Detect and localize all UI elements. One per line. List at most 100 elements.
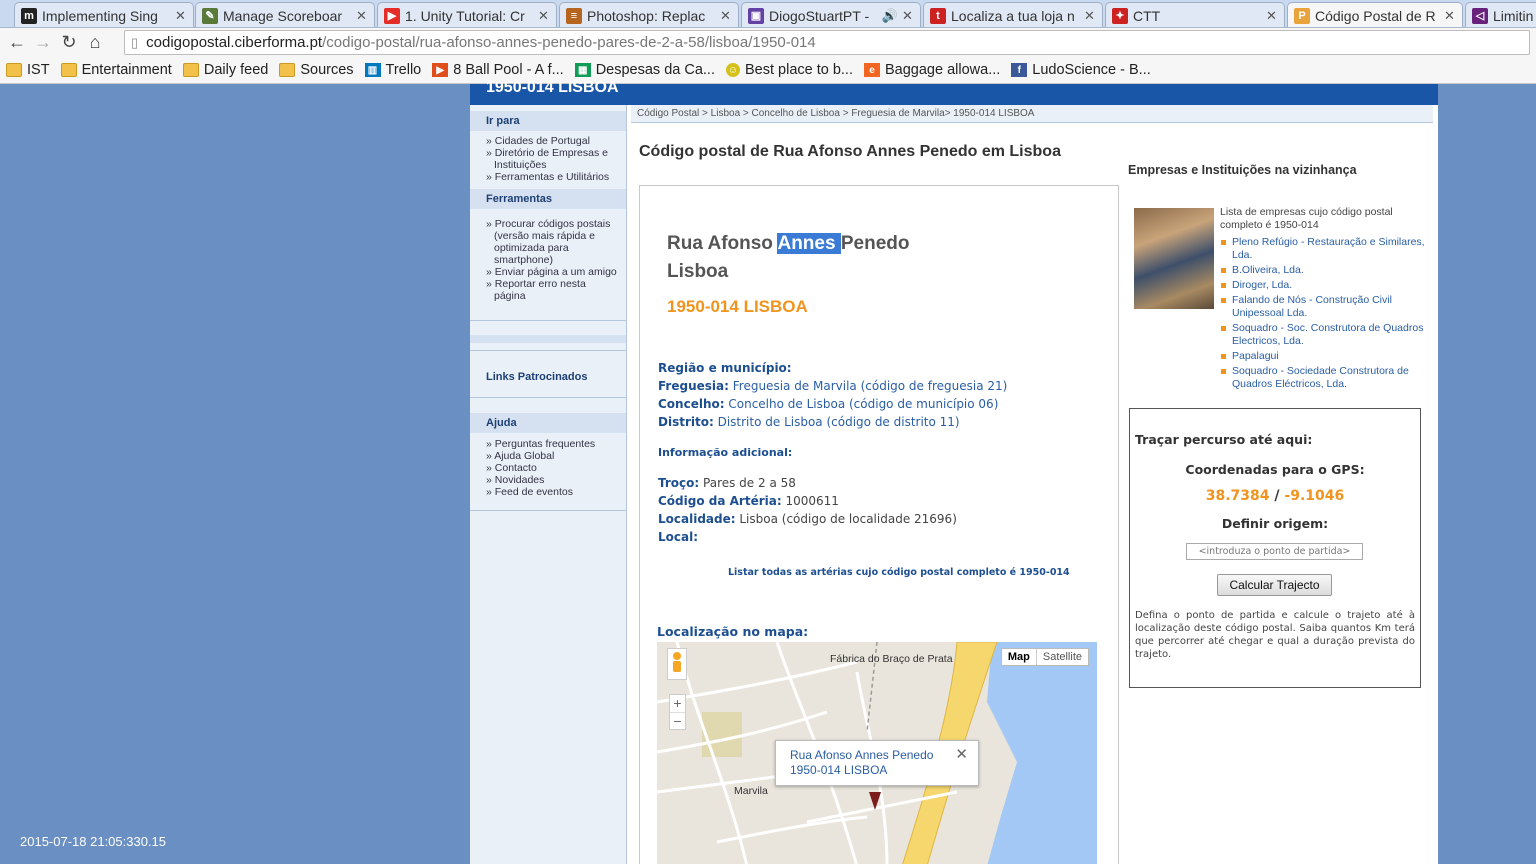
close-icon[interactable]: ✕ bbox=[955, 747, 968, 762]
back-icon[interactable]: ← bbox=[4, 31, 30, 55]
bookmark-folder[interactable]: IST bbox=[6, 62, 50, 78]
facebook-icon: f bbox=[1011, 63, 1028, 77]
sidebar-link[interactable]: Procurar códigos postais (versão mais rá… bbox=[486, 218, 620, 266]
sidebar-link[interactable]: Feed de eventos bbox=[486, 486, 620, 498]
close-tab-icon[interactable]: ✕ bbox=[902, 8, 914, 24]
baggage-icon: e bbox=[864, 63, 880, 77]
postal-icon: P bbox=[1294, 7, 1310, 24]
close-tab-icon[interactable]: ✕ bbox=[175, 8, 187, 24]
sidebar-heading-links: Links Patrocinados bbox=[486, 371, 588, 383]
folder-icon bbox=[60, 63, 77, 77]
close-tab-icon[interactable]: ✕ bbox=[1444, 8, 1456, 24]
bookmark-folder[interactable]: Entertainment bbox=[60, 62, 172, 78]
page-container: 1950-014 LISBOA Ir para Cidades de Portu… bbox=[470, 79, 1438, 864]
bookmark-link[interactable]: ▶ 8 Ball Pool - A f... bbox=[432, 62, 564, 78]
company-link[interactable]: Papalagui bbox=[1220, 350, 1430, 363]
freguesia-link[interactable]: Freguesia de Marvila (código de freguesi… bbox=[733, 379, 1008, 393]
url-host: codigopostal.ciberforma.pt bbox=[146, 34, 323, 51]
concelho-link[interactable]: Concelho de Lisboa (código de município … bbox=[728, 397, 998, 411]
timestamp-overlay: 2015-07-18 21:05:330.15 bbox=[20, 834, 167, 849]
stackexchange-icon: ≡ bbox=[566, 7, 582, 24]
sidebar-link[interactable]: Ferramentas e Utilitários bbox=[486, 171, 620, 183]
browser-tab[interactable]: ▶ 1. Unity Tutorial: Cr ✕ bbox=[377, 2, 557, 27]
calculate-route-button[interactable]: Calcular Trajecto bbox=[1217, 574, 1332, 596]
zoom-out-icon[interactable]: − bbox=[670, 712, 685, 730]
zoom-control[interactable]: + − bbox=[669, 694, 686, 730]
twitch-icon: ▣ bbox=[748, 7, 764, 24]
home-icon[interactable]: ⌂ bbox=[82, 31, 108, 55]
browser-tab[interactable]: ✎ Manage Scoreboar ✕ bbox=[195, 2, 375, 27]
address-bar[interactable]: ▯ codigopostal.ciberforma.pt/codigo-post… bbox=[124, 30, 1530, 55]
sidebar: Ir para Cidades de Portugal Diretório de… bbox=[470, 105, 627, 864]
browser-tab[interactable]: t Localiza a tua loja n ✕ bbox=[923, 2, 1103, 27]
close-tab-icon[interactable]: ✕ bbox=[538, 8, 550, 24]
browser-tab-active[interactable]: P Código Postal de R ✕ bbox=[1287, 2, 1463, 27]
company-link[interactable]: B.Oliveira, Lda. bbox=[1220, 264, 1430, 277]
sidebar-link[interactable]: Ajuda Global bbox=[486, 450, 620, 462]
company-link[interactable]: Diroger, Lda. bbox=[1220, 279, 1430, 292]
selected-text: Annes bbox=[777, 233, 841, 254]
bookmark-link[interactable]: f LudoScience - B... bbox=[1011, 62, 1151, 78]
bookmark-folder[interactable]: Daily feed bbox=[182, 62, 268, 78]
zoom-in-icon[interactable]: + bbox=[670, 695, 685, 712]
company-link[interactable]: Pleno Refúgio - Restauração e Similares,… bbox=[1220, 236, 1430, 262]
satellite-button[interactable]: Satellite bbox=[1035, 649, 1088, 665]
street-name: Rua Afonso Annes Penedo Lisboa bbox=[667, 233, 910, 282]
company-link[interactable]: Soquadro - Sociedade Construtora de Quad… bbox=[1220, 365, 1430, 391]
bookmark-link[interactable]: ▥ Trello bbox=[364, 62, 421, 78]
page-icon: ▯ bbox=[131, 34, 139, 50]
bookmark-folder[interactable]: Sources bbox=[279, 62, 354, 78]
reload-icon[interactable]: ↻ bbox=[56, 31, 82, 55]
map-type-control[interactable]: Map Satellite bbox=[1000, 648, 1089, 666]
browser-tab[interactable]: ✦ CTT ✕ bbox=[1105, 2, 1285, 27]
sidebar-link[interactable]: Diretório de Empresas e Instituições bbox=[486, 147, 620, 171]
nearby-title: Empresas e Instituições na vizinhança bbox=[1128, 163, 1357, 177]
audio-icon[interactable]: 🔊 bbox=[882, 8, 898, 24]
bookmark-link[interactable]: e Baggage allowa... bbox=[864, 62, 1000, 78]
youtube-icon: ▶ bbox=[384, 7, 400, 24]
forward-icon[interactable]: → bbox=[30, 31, 56, 55]
browser-tab[interactable]: ▣ DiogoStuartPT - 🔊 ✕ bbox=[741, 2, 921, 27]
close-tab-icon[interactable]: ✕ bbox=[356, 8, 368, 24]
sidebar-link[interactable]: Enviar página a um amigo bbox=[486, 266, 620, 278]
sidebar-list: Perguntas frequentes Ajuda Global Contac… bbox=[470, 433, 626, 504]
sidebar-heading-ferramentas: Ferramentas bbox=[470, 189, 626, 209]
distrito-link[interactable]: Distrito de Lisboa (código de distrito 1… bbox=[718, 415, 960, 429]
sidebar-list: Cidades de Portugal Diretório de Empresa… bbox=[470, 131, 626, 189]
sidebar-link[interactable]: Reportar erro nesta página bbox=[486, 278, 620, 302]
list-arteries-link[interactable]: Listar todas as artérias cujo código pos… bbox=[728, 567, 1070, 578]
bookmark-link[interactable]: ☺ Best place to b... bbox=[725, 62, 853, 78]
map-button[interactable]: Map bbox=[1002, 649, 1036, 665]
companies-intro: Lista de empresas cujo código postal com… bbox=[1220, 206, 1393, 231]
map-widget[interactable]: + − Map Satellite Fábrica do Braço de Pr… bbox=[657, 642, 1097, 864]
folder-icon bbox=[6, 63, 22, 77]
url-path: /codigo-postal/rua-afonso-annes-penedo-p… bbox=[322, 34, 816, 51]
sidebar-heading-ajuda: Ajuda bbox=[470, 413, 626, 433]
map-heading: Localização no mapa: bbox=[657, 624, 809, 639]
main-content: Código Postal > Lisboa > Concelho de Lis… bbox=[628, 105, 1434, 864]
route-description: Defina o ponto de partida e calcule o tr… bbox=[1135, 610, 1415, 660]
sidebar-link[interactable]: Novidades bbox=[486, 474, 620, 486]
bookmark-link[interactable]: ▦ Despesas da Ca... bbox=[574, 62, 715, 78]
route-heading: Traçar percurso até aqui: bbox=[1135, 432, 1313, 447]
bookmarks-bar: IST Entertainment Daily feed Sources ▥ Tr… bbox=[0, 57, 1536, 84]
divider bbox=[470, 397, 626, 398]
close-tab-icon[interactable]: ✕ bbox=[720, 8, 732, 24]
street-view-icon[interactable] bbox=[667, 648, 687, 680]
origin-input[interactable]: <introduza o ponto de partida> bbox=[1186, 543, 1363, 560]
browser-tab[interactable]: ◁ Limitin bbox=[1465, 2, 1536, 27]
browser-tab[interactable]: m Implementing Sing ✕ bbox=[14, 2, 194, 27]
sheets-icon: ▦ bbox=[574, 63, 591, 77]
close-tab-icon[interactable]: ✕ bbox=[1266, 8, 1278, 24]
sidebar-list: Procurar códigos postais (versão mais rá… bbox=[470, 209, 626, 308]
company-link[interactable]: Falando de Nós - Construção Civil Unipes… bbox=[1220, 294, 1430, 320]
sidebar-link[interactable]: Cidades de Portugal bbox=[486, 135, 620, 147]
sidebar-link[interactable]: Contacto bbox=[486, 462, 620, 474]
map-label-marvila: Marvila bbox=[734, 785, 768, 797]
company-link[interactable]: Soquadro - Soc. Construtora de Quadros E… bbox=[1220, 322, 1430, 348]
info-window-line2: 1950-014 LISBOA bbox=[790, 763, 888, 777]
pegman-icon bbox=[673, 652, 681, 672]
browser-tab[interactable]: ≡ Photoshop: Replac ✕ bbox=[559, 2, 739, 27]
sidebar-link[interactable]: Perguntas frequentes bbox=[486, 438, 620, 450]
close-tab-icon[interactable]: ✕ bbox=[1084, 8, 1096, 24]
